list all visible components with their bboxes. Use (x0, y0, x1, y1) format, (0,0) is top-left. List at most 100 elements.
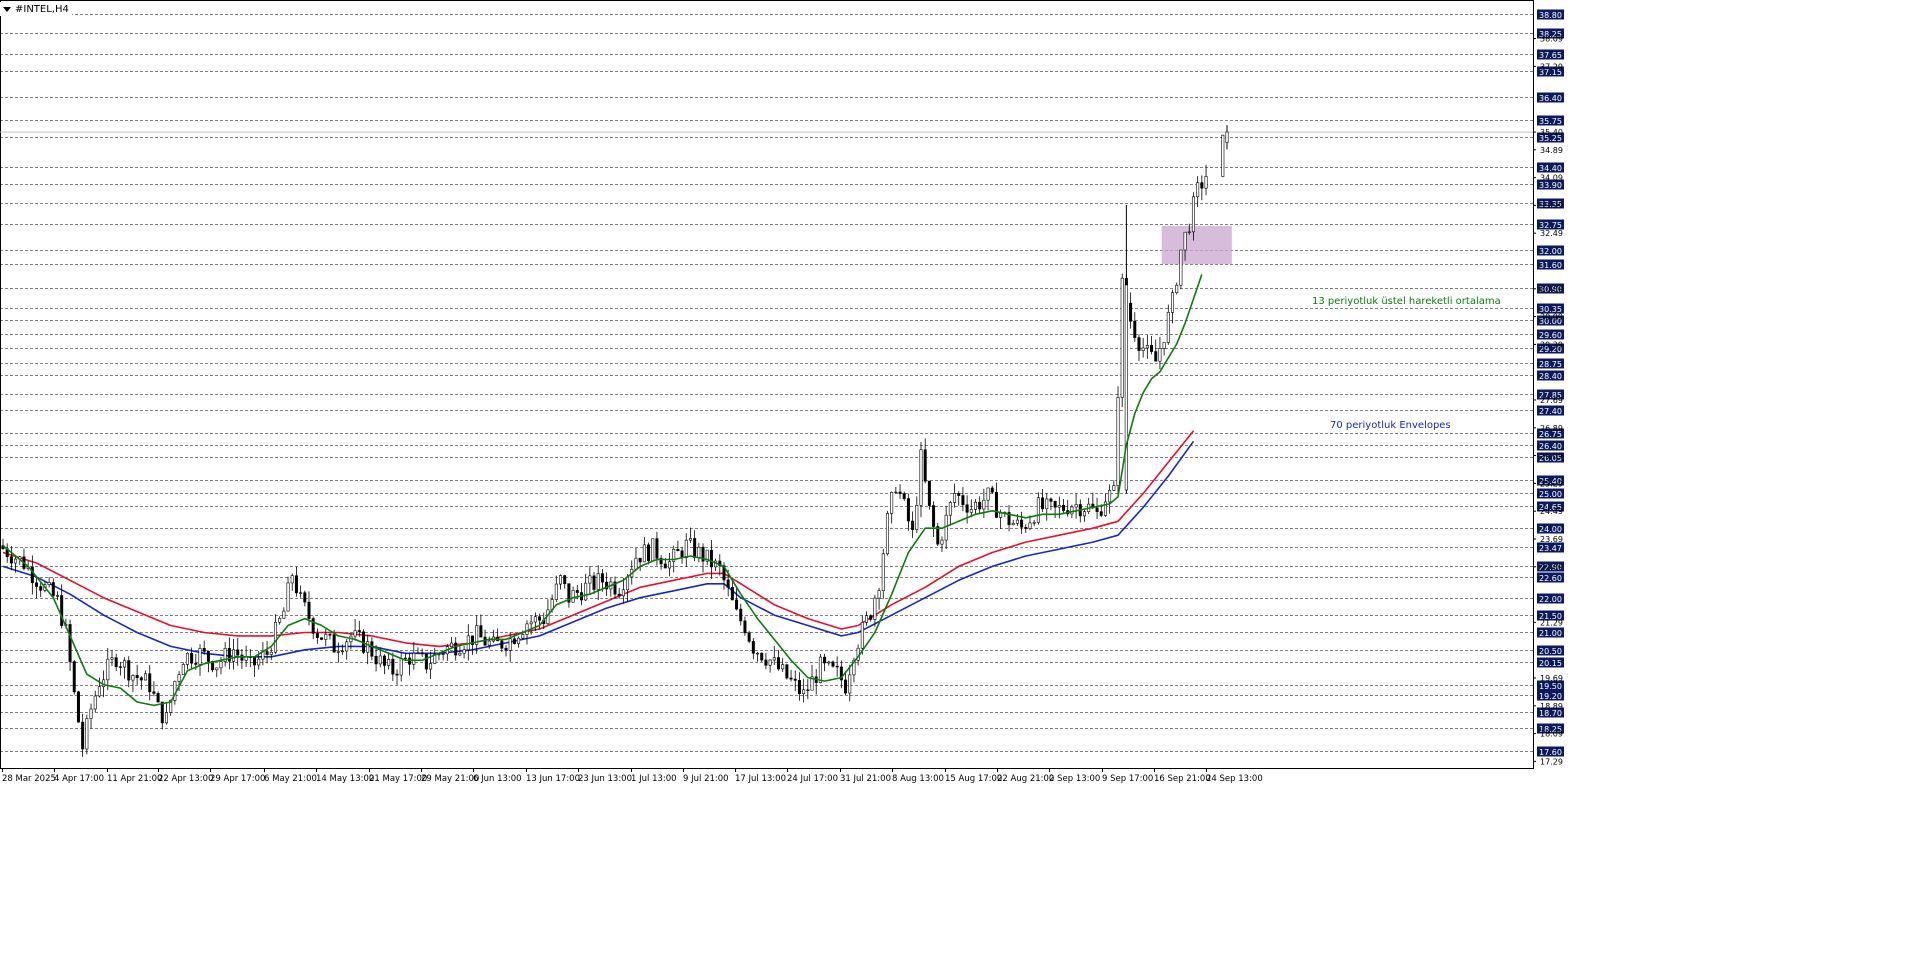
candle (990, 485, 994, 494)
dropdown-arrow-icon[interactable] (3, 6, 11, 12)
candle (781, 658, 785, 672)
candle (839, 660, 843, 689)
x-axis-label: 4 Apr 17:00 (54, 774, 104, 784)
axis-tick-label: 26.89 (1540, 424, 1563, 433)
candle (961, 486, 965, 512)
axis-tick-label: 34.09 (1540, 174, 1563, 183)
candle (1141, 338, 1145, 358)
candle (81, 713, 85, 757)
candle (1082, 509, 1086, 522)
candle (651, 538, 655, 562)
candle (181, 662, 185, 675)
candle (676, 540, 680, 552)
candle (613, 576, 617, 599)
x-axis-label: 17 Jul 13:00 (735, 774, 786, 784)
candle (714, 558, 718, 572)
candle (647, 542, 651, 565)
candle (93, 690, 97, 713)
x-axis-label: 11 Apr 21:00 (107, 774, 162, 784)
x-axis-label: 31 Jul 21:00 (840, 774, 891, 784)
x-axis-label: 13 Jun 17:00 (526, 774, 580, 784)
axis-tick-label: 32.49 (1540, 229, 1563, 238)
candle (525, 620, 529, 645)
x-axis-label: 9 Jul 21:00 (683, 774, 729, 784)
candle (973, 499, 977, 515)
candle (1, 538, 5, 551)
candle (89, 703, 93, 729)
candle (1112, 480, 1116, 492)
candle (953, 483, 957, 508)
candle (776, 649, 780, 671)
price-level-label: 31.60 (1539, 261, 1562, 270)
candle (584, 573, 588, 601)
candle (361, 629, 365, 655)
candle (760, 652, 764, 663)
candle (898, 484, 902, 499)
price-level-label: 19.20 (1539, 692, 1562, 701)
x-axis-label: 24 Jul 17:00 (787, 774, 838, 784)
x-axis-label: 8 Aug 13:00 (892, 774, 944, 784)
candle (1007, 504, 1011, 532)
candle (320, 637, 324, 641)
candle (902, 491, 906, 501)
axis-tick-label: 26.09 (1540, 452, 1563, 461)
candle (454, 637, 458, 661)
candle (1041, 488, 1045, 513)
candle (299, 585, 303, 598)
candle (290, 573, 294, 591)
candle (659, 555, 663, 570)
candle (144, 670, 148, 681)
price-level-label: 24.00 (1539, 525, 1562, 534)
candle (634, 547, 638, 571)
candle (894, 486, 898, 494)
x-axis-label: 22 Aug 21:00 (997, 774, 1054, 784)
price-level-label: 25.00 (1539, 490, 1562, 499)
candle (85, 714, 89, 755)
candle (1074, 493, 1078, 519)
price-chart[interactable]: 13 periyotluk üstel hareketli ortalama 70… (0, 0, 1916, 963)
candle (491, 629, 495, 643)
price-level-label: 35.75 (1539, 117, 1562, 126)
candle (579, 583, 583, 606)
candle (206, 650, 210, 673)
candle (135, 664, 139, 685)
envelope-upper-line (2, 430, 1195, 648)
candle (1011, 519, 1015, 526)
candle (1154, 339, 1158, 362)
candle (72, 659, 76, 695)
candle (688, 527, 692, 543)
candle (546, 599, 550, 625)
candle (51, 578, 55, 598)
axis-tick-label: 18.09 (1540, 730, 1563, 739)
candle (399, 652, 403, 682)
candle (827, 660, 831, 666)
candle (940, 536, 944, 552)
candle (571, 586, 575, 603)
candle (835, 656, 839, 677)
candle (609, 577, 613, 597)
x-axis-label: 6 Jun 13:00 (473, 774, 522, 784)
envelopes-annotation: 70 periyotluk Envelopes (1330, 420, 1451, 431)
candle (885, 510, 889, 556)
candle (160, 701, 164, 730)
x-axis-label: 24 Sep 13:00 (1206, 774, 1263, 784)
candle (35, 577, 39, 599)
price-level-label: 20.50 (1539, 647, 1562, 656)
candle (739, 603, 743, 626)
candle (747, 630, 751, 644)
candle (391, 652, 395, 682)
candle (948, 500, 952, 526)
candle (5, 543, 9, 563)
price-level-label: 22.60 (1539, 574, 1562, 583)
candle (139, 676, 143, 690)
candle (1049, 497, 1053, 510)
ema13-line (2, 274, 1203, 707)
candle (638, 557, 642, 571)
candle (483, 629, 487, 646)
candle (152, 681, 156, 697)
x-axis-label: 1 Jul 13:00 (631, 774, 677, 784)
candle (110, 649, 114, 666)
candle (1062, 499, 1066, 514)
x-axis-label: 23 Jun 13:00 (578, 774, 632, 784)
x-axis-label: 9 Sep 17:00 (1102, 774, 1153, 784)
